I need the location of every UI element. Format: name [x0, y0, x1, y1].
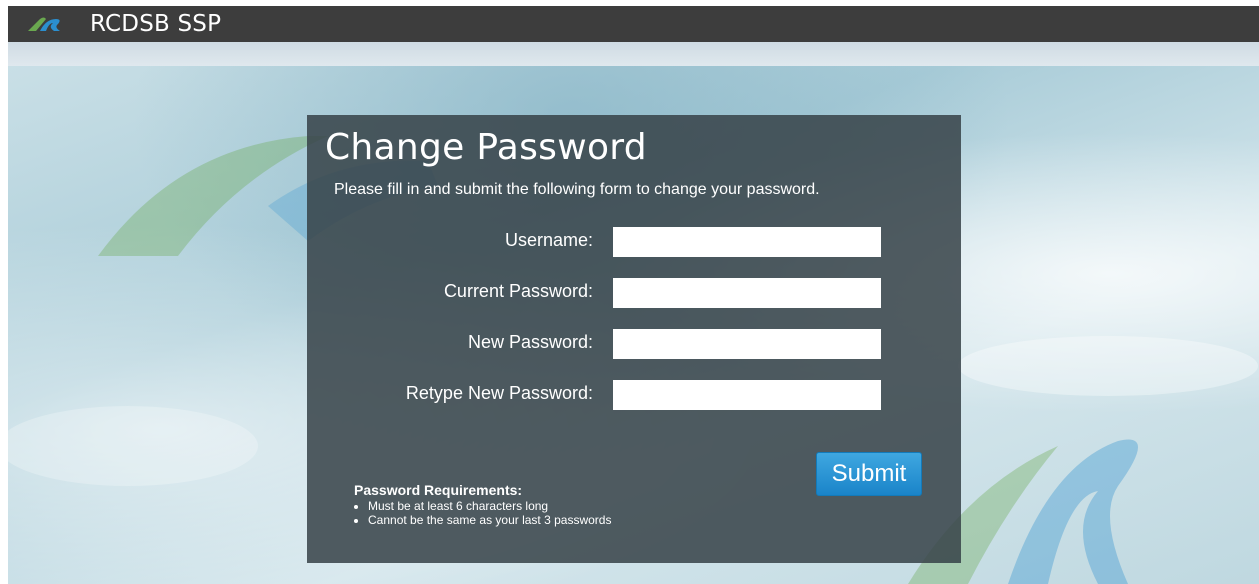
retype-password-label: Retype New Password:	[405, 383, 593, 403]
current-password-row: Current Password:	[307, 278, 961, 310]
change-password-panel: Change Password Please fill in and submi…	[307, 115, 961, 563]
current-password-label: Current Password:	[443, 281, 593, 301]
username-input[interactable]	[613, 227, 881, 257]
new-password-input[interactable]	[613, 329, 881, 359]
password-requirements: Password Requirements: Must be at least …	[354, 482, 611, 527]
requirements-title: Password Requirements:	[354, 482, 523, 498]
top-bar: RCDSB SSP	[8, 6, 1259, 42]
form-instructions: Please fill in and submit the following …	[334, 181, 820, 198]
current-password-input[interactable]	[613, 278, 881, 308]
page-title: Change Password	[325, 127, 647, 168]
requirement-item: Must be at least 6 characters long	[368, 499, 611, 513]
submit-button[interactable]: Submit	[816, 452, 922, 496]
retype-password-input[interactable]	[613, 380, 881, 410]
requirements-list: Must be at least 6 characters long Canno…	[354, 499, 611, 527]
requirement-item: Cannot be the same as your last 3 passwo…	[368, 513, 611, 527]
app-title: RCDSB SSP	[90, 11, 222, 37]
new-password-label: New Password:	[467, 332, 593, 352]
sub-header-bar	[8, 42, 1259, 66]
retype-password-row: Retype New Password:	[307, 380, 961, 412]
username-label: Username:	[504, 230, 593, 250]
username-row: Username:	[307, 227, 961, 259]
rcdsb-logo-icon	[28, 17, 60, 31]
new-password-row: New Password:	[307, 329, 961, 361]
